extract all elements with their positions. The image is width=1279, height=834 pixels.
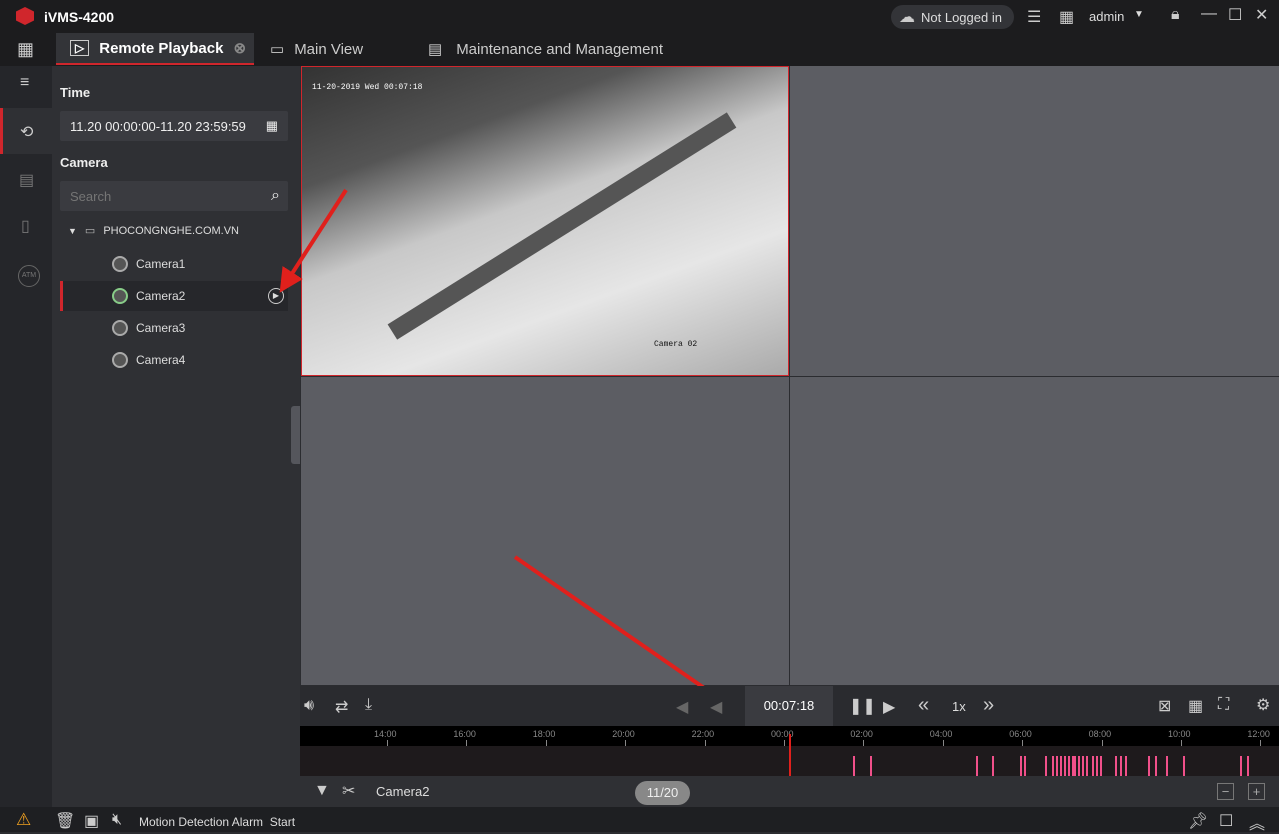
record-segment[interactable]: [1240, 756, 1243, 776]
alarm-warning-icon[interactable]: ⚠: [16, 810, 31, 830]
speed-up-icon[interactable]: »: [983, 694, 994, 717]
record-segment[interactable]: [1125, 756, 1128, 776]
tick-label: 14:00: [374, 729, 397, 739]
tick-label: 18:00: [532, 729, 556, 739]
tick-label: 22:00: [691, 729, 715, 739]
adjust-icon[interactable]: ⇄: [335, 697, 348, 717]
tick-label: 12:00: [1247, 729, 1270, 739]
record-segment[interactable]: [1115, 756, 1118, 776]
record-segment[interactable]: [870, 756, 873, 776]
volume-icon[interactable]: 🔊︎: [304, 697, 314, 715]
record-segment[interactable]: [1085, 756, 1088, 776]
record-segment[interactable]: [1051, 756, 1054, 776]
record-segment[interactable]: [1055, 756, 1058, 776]
scissors-icon[interactable]: ✂: [342, 781, 355, 801]
reverse-icon[interactable]: ◀: [710, 697, 722, 717]
expand-up-icon[interactable]: ︽: [1249, 810, 1265, 834]
tick-label: 10:00: [1168, 729, 1191, 739]
timeline-toolbar: ▼ ✂ Camera2 11/20 − +: [300, 776, 1279, 807]
record-segment[interactable]: [1100, 756, 1102, 776]
tick-label: 08:00: [1088, 729, 1112, 739]
record-segment[interactable]: [1182, 756, 1185, 776]
record-segment[interactable]: [1019, 756, 1022, 776]
layout-icon[interactable]: ▦: [1188, 696, 1203, 716]
playhead[interactable]: [788, 734, 791, 776]
download-icon[interactable]: ⤓: [365, 696, 372, 714]
date-badge[interactable]: 11/20: [635, 781, 690, 805]
record-segment[interactable]: [976, 756, 979, 776]
slow-down-icon[interactable]: «: [918, 694, 929, 717]
record-segment[interactable]: [1119, 756, 1122, 776]
filter-icon[interactable]: ▼: [314, 782, 330, 800]
record-segment[interactable]: [1024, 756, 1027, 776]
zoom-out-icon[interactable]: −: [1217, 783, 1234, 800]
record-segment[interactable]: [853, 756, 856, 776]
pin-icon[interactable]: 📌︎: [1188, 811, 1208, 831]
tick-label: 20:00: [612, 729, 635, 739]
step-forward-icon[interactable]: ▶: [883, 697, 895, 717]
record-segment[interactable]: [1081, 756, 1084, 776]
current-time: 00:07:18: [745, 686, 833, 726]
record-segment[interactable]: [1091, 756, 1094, 776]
gear-icon[interactable]: ⚙: [1256, 695, 1270, 715]
record-segment[interactable]: [1067, 756, 1070, 776]
arrow: [279, 188, 348, 293]
fullscreen-icon[interactable]: ⛶: [1218, 696, 1229, 714]
record-segment[interactable]: [1155, 756, 1158, 776]
timeline-camera: Camera2: [376, 784, 430, 799]
status-bar: ⚠ 🗑︎ ▣ 🔇︎ Motion Detection Alarm Start 📌…: [0, 807, 1279, 834]
close-all-icon[interactable]: ⊠: [1158, 696, 1171, 716]
record-segment[interactable]: [1073, 756, 1076, 776]
image-icon[interactable]: ▣: [84, 811, 99, 831]
step-back-icon[interactable]: ◀: [676, 697, 688, 717]
zoom-in-icon[interactable]: +: [1248, 783, 1265, 800]
record-segment[interactable]: [1148, 756, 1151, 776]
tick-label: 06:00: [1009, 729, 1032, 739]
tick-label: 04:00: [929, 729, 953, 739]
record-segment[interactable]: [1077, 756, 1080, 776]
record-segment[interactable]: [1059, 756, 1062, 776]
window-icon[interactable]: ☐: [1219, 811, 1233, 831]
pause-icon[interactable]: ❚❚: [849, 696, 876, 716]
tick-label: 16:00: [453, 729, 476, 739]
tick-label: 02:00: [850, 729, 873, 739]
trash-icon[interactable]: 🗑︎: [55, 811, 75, 831]
record-segment[interactable]: [992, 756, 995, 776]
record-segment[interactable]: [1165, 756, 1168, 776]
record-segment[interactable]: [1246, 756, 1249, 776]
record-segment[interactable]: [1095, 756, 1098, 776]
mute-icon[interactable]: 🔇︎: [112, 811, 122, 829]
record-segment[interactable]: [1044, 756, 1047, 776]
speed-label: 1x: [952, 699, 966, 714]
status-message: Motion Detection Alarm Start: [139, 815, 296, 829]
record-segment[interactable]: [1063, 756, 1066, 776]
playback-controls: 🔊︎ ⇄ ⤓ ◀ ◀ 00:07:18 ❚❚ ▶ « 1x » ⊠ ▦ ⛶ ⚙: [300, 686, 1279, 726]
